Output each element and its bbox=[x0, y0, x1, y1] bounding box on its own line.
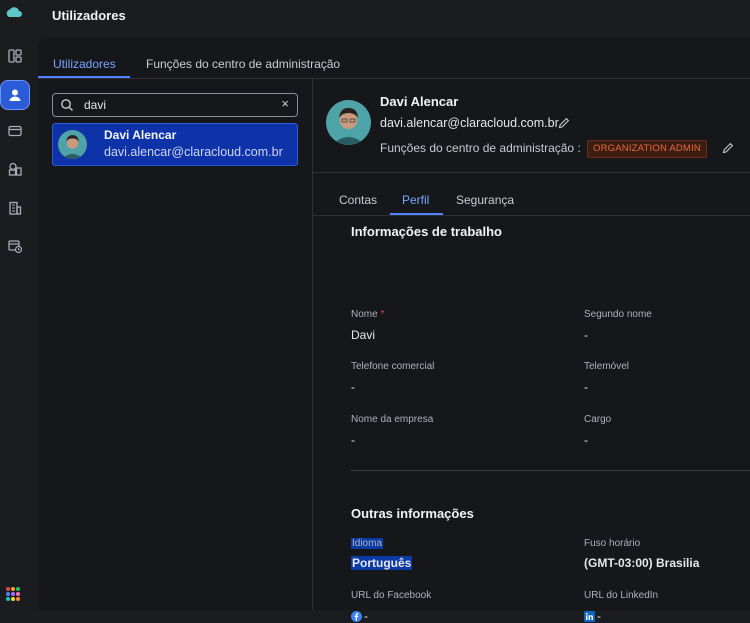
active-tab-indicator bbox=[38, 76, 130, 78]
field-value-name: Davi bbox=[351, 328, 376, 342]
tab-perfil[interactable]: Perfil bbox=[402, 193, 429, 207]
tab-utilizadores[interactable]: Utilizadores bbox=[53, 57, 116, 71]
tab-seguranca[interactable]: Segurança bbox=[456, 193, 514, 207]
rail-item-schedule[interactable] bbox=[3, 234, 27, 258]
field-value-timezone: (GMT-03:00) Brasilia bbox=[584, 556, 700, 570]
field-label-job-title: Cargo bbox=[584, 414, 612, 425]
field-label-timezone: Fuso horário bbox=[584, 538, 641, 549]
profile-header: Davi Alencar davi.alencar@claracloud.com… bbox=[313, 79, 750, 173]
page-title: Utilizadores bbox=[52, 8, 126, 23]
user-name: Davi Alencar bbox=[104, 128, 177, 142]
tab-contas[interactable]: Contas bbox=[339, 193, 377, 207]
field-value-company: - bbox=[351, 433, 355, 447]
app-grid-icon[interactable] bbox=[6, 587, 20, 601]
nav-rail bbox=[0, 0, 30, 610]
field-value-mobile: - bbox=[584, 380, 588, 394]
roles-label: Funções do centro de administração : bbox=[380, 141, 581, 155]
search-input[interactable]: davi × bbox=[52, 93, 298, 117]
field-value-work-phone: - bbox=[351, 380, 355, 394]
field-label-language: Idioma bbox=[351, 538, 384, 549]
tab-admin-roles[interactable]: Funções do centro de administração bbox=[146, 57, 340, 71]
calendar-clock-icon bbox=[8, 240, 22, 253]
search-value: davi bbox=[84, 98, 107, 112]
section-title-other: Outras informações bbox=[351, 506, 474, 521]
field-label-linkedin: URL do LinkedIn bbox=[584, 590, 659, 601]
field-value-middle-name: - bbox=[584, 328, 588, 342]
linkedin-icon bbox=[584, 611, 595, 622]
field-label-name: Nome * bbox=[351, 309, 385, 320]
field-label-mobile: Telemóvel bbox=[584, 361, 630, 372]
rail-item-products[interactable] bbox=[3, 157, 27, 181]
rail-item-users[interactable] bbox=[0, 80, 30, 110]
field-value-facebook: - bbox=[351, 609, 368, 623]
primary-tabs: Utilizadores Funções do centro de admini… bbox=[38, 38, 750, 79]
apps-shapes-icon bbox=[8, 162, 22, 176]
field-label-company: Nome da empresa bbox=[351, 414, 434, 425]
main-panel: Utilizadores Funções do centro de admini… bbox=[38, 38, 750, 623]
clear-search-icon[interactable]: × bbox=[281, 96, 289, 111]
user-list-pane: davi × Davi Alencar davi.alencar@claracl… bbox=[38, 79, 313, 610]
building-icon bbox=[9, 201, 22, 215]
active-tab-indicator bbox=[390, 213, 443, 215]
layout-icon bbox=[8, 49, 22, 63]
search-icon bbox=[61, 99, 73, 111]
user-detail-pane: Davi Alencar davi.alencar@claracloud.com… bbox=[313, 79, 750, 623]
detail-tabs: Contas Perfil Segurança bbox=[313, 173, 750, 216]
field-value-language: Português bbox=[351, 556, 413, 570]
user-icon bbox=[9, 89, 21, 101]
edit-roles-icon[interactable] bbox=[722, 142, 734, 154]
section-title-work: Informações de trabalho bbox=[351, 224, 502, 239]
section-divider bbox=[351, 470, 750, 471]
field-label-facebook: URL do Facebook bbox=[351, 590, 432, 601]
rail-item-billing[interactable] bbox=[3, 119, 27, 143]
profile-email: davi.alencar@claracloud.com.br bbox=[380, 116, 559, 130]
field-label-work-phone: Telefone comercial bbox=[351, 361, 435, 372]
profile-name: Davi Alencar bbox=[380, 94, 459, 109]
user-email: davi.alencar@claracloud.com.br bbox=[104, 145, 283, 159]
rail-item-layout[interactable] bbox=[3, 44, 27, 68]
field-value-linkedin: - bbox=[584, 609, 601, 623]
rail-item-organization[interactable] bbox=[3, 196, 27, 220]
field-value-job-title: - bbox=[584, 433, 588, 447]
card-icon bbox=[8, 125, 22, 137]
facebook-icon bbox=[351, 611, 362, 622]
avatar bbox=[326, 100, 371, 145]
avatar bbox=[58, 130, 87, 159]
cloud-logo-icon bbox=[6, 7, 22, 17]
list-item[interactable]: Davi Alencar davi.alencar@claracloud.com… bbox=[52, 123, 298, 166]
edit-email-icon[interactable] bbox=[558, 117, 570, 129]
field-label-middle-name: Segundo nome bbox=[584, 309, 652, 320]
top-bar: Utilizadores bbox=[38, 0, 750, 38]
role-badge: ORGANIZATION ADMIN bbox=[587, 140, 707, 158]
